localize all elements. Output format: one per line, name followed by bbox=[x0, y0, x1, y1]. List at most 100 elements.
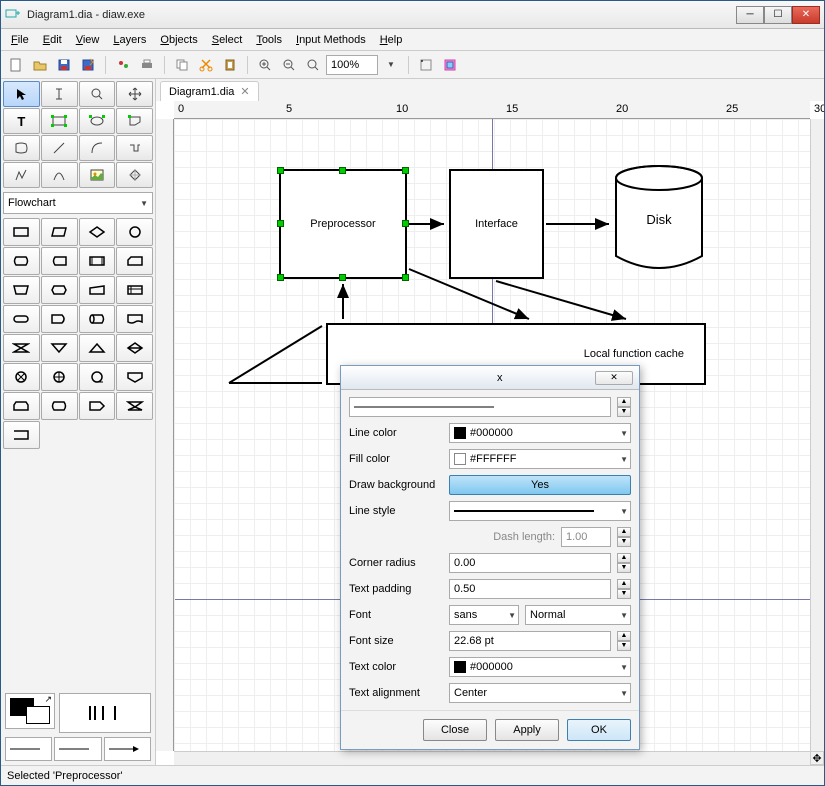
open-button[interactable] bbox=[29, 54, 51, 76]
box-tool[interactable] bbox=[41, 108, 78, 134]
shape-transmittal[interactable] bbox=[79, 392, 116, 420]
menu-layers[interactable]: Layers bbox=[107, 32, 152, 48]
nav-button[interactable]: ✥ bbox=[810, 751, 824, 765]
zoom-fit-button[interactable] bbox=[302, 54, 324, 76]
magnify-tool[interactable] bbox=[79, 81, 116, 107]
snap-object-button[interactable] bbox=[439, 54, 461, 76]
spin-down[interactable]: ▼ bbox=[617, 407, 631, 417]
menu-select[interactable]: Select bbox=[206, 32, 249, 48]
shape-connector[interactable] bbox=[116, 218, 153, 246]
arrow-end[interactable] bbox=[104, 737, 151, 761]
shape-or[interactable] bbox=[41, 363, 78, 391]
outline-tool[interactable] bbox=[116, 162, 153, 188]
tab-diagram1[interactable]: Diagram1.dia ✕ bbox=[160, 81, 259, 101]
zoom-dropdown[interactable]: ▼ bbox=[380, 54, 402, 76]
save-button[interactable] bbox=[53, 54, 75, 76]
shape-tape[interactable] bbox=[79, 363, 116, 391]
spin-up[interactable]: ▲ bbox=[617, 579, 631, 589]
shape-merge[interactable] bbox=[41, 334, 78, 362]
shape-datasource[interactable] bbox=[3, 421, 40, 449]
shape-sort[interactable] bbox=[116, 334, 153, 362]
dialog-apply[interactable]: Apply bbox=[495, 719, 559, 741]
cut-button[interactable] bbox=[195, 54, 217, 76]
zoom-in-button[interactable] bbox=[254, 54, 276, 76]
shape-io[interactable] bbox=[41, 218, 78, 246]
save-as-button[interactable] bbox=[77, 54, 99, 76]
zigzag-tool[interactable] bbox=[116, 135, 153, 161]
shape-sum[interactable] bbox=[3, 363, 40, 391]
close-button[interactable]: ✕ bbox=[792, 6, 820, 24]
shape-preparation[interactable] bbox=[41, 276, 78, 304]
dialog-close-button[interactable]: ✕ bbox=[595, 371, 633, 385]
color-selector[interactable]: ↗ bbox=[5, 693, 55, 729]
bezier-tool[interactable] bbox=[41, 162, 78, 188]
arrow-start[interactable] bbox=[5, 737, 52, 761]
shape-manual-op[interactable] bbox=[3, 276, 40, 304]
font-family-combo[interactable]: sans▼ bbox=[449, 605, 519, 625]
close-icon[interactable]: ✕ bbox=[240, 85, 249, 98]
print-button[interactable] bbox=[136, 54, 158, 76]
menu-input-methods[interactable]: Input Methods bbox=[290, 32, 372, 48]
shape-offpage2[interactable] bbox=[116, 392, 153, 420]
spin-up[interactable]: ▲ bbox=[617, 397, 631, 407]
shape-offpage[interactable] bbox=[116, 363, 153, 391]
beziergon-tool[interactable] bbox=[3, 135, 40, 161]
corner-radius-input[interactable]: 0.00 bbox=[449, 553, 611, 573]
shape-document[interactable] bbox=[116, 305, 153, 333]
shape-collate[interactable] bbox=[3, 334, 40, 362]
export-button[interactable] bbox=[112, 54, 134, 76]
sheet-selector[interactable]: Flowchart▼ bbox=[3, 192, 153, 214]
spin-down[interactable]: ▼ bbox=[617, 563, 631, 573]
shape-interface[interactable]: Interface bbox=[449, 169, 544, 279]
line-color-combo[interactable]: #000000▼ bbox=[449, 423, 631, 443]
spin-up[interactable]: ▲ bbox=[617, 553, 631, 563]
dialog-ok[interactable]: OK bbox=[567, 719, 631, 741]
menu-edit[interactable]: Edit bbox=[37, 32, 68, 48]
scrollbar-vertical[interactable] bbox=[810, 119, 824, 751]
image-tool[interactable] bbox=[79, 162, 116, 188]
spin-up[interactable]: ▲ bbox=[617, 631, 631, 641]
snap-grid-button[interactable] bbox=[415, 54, 437, 76]
scroll-tool[interactable] bbox=[116, 81, 153, 107]
text-edit-tool[interactable] bbox=[41, 81, 78, 107]
minimize-button[interactable]: ─ bbox=[736, 6, 764, 24]
new-button[interactable] bbox=[5, 54, 27, 76]
spin-down[interactable]: ▼ bbox=[617, 641, 631, 651]
line-tool[interactable] bbox=[41, 135, 78, 161]
copy-button[interactable] bbox=[171, 54, 193, 76]
shape-extract[interactable] bbox=[79, 334, 116, 362]
shape-internal-storage[interactable] bbox=[116, 276, 153, 304]
polyline-tool[interactable] bbox=[3, 162, 40, 188]
line-width[interactable] bbox=[54, 737, 101, 761]
menu-objects[interactable]: Objects bbox=[154, 32, 203, 48]
shape-predefined[interactable] bbox=[79, 247, 116, 275]
shape-manual-input[interactable] bbox=[79, 276, 116, 304]
arc-tool[interactable] bbox=[79, 135, 116, 161]
pointer-tool[interactable] bbox=[3, 81, 40, 107]
font-style-combo[interactable]: Normal▼ bbox=[525, 605, 631, 625]
font-size-input[interactable]: 22.68 pt bbox=[449, 631, 611, 651]
line-pattern[interactable] bbox=[59, 693, 151, 733]
menu-tools[interactable]: Tools bbox=[250, 32, 288, 48]
shape-decision[interactable] bbox=[79, 218, 116, 246]
text-color-combo[interactable]: #000000▼ bbox=[449, 657, 631, 677]
line-style-combo[interactable]: ▼ bbox=[449, 501, 631, 521]
spin-down[interactable]: ▼ bbox=[617, 589, 631, 599]
ellipse-tool[interactable] bbox=[79, 108, 116, 134]
shape-direct-data[interactable] bbox=[79, 305, 116, 333]
menu-file[interactable]: File bbox=[5, 32, 35, 48]
shape-display[interactable] bbox=[3, 247, 40, 275]
draw-bg-toggle[interactable]: Yes bbox=[449, 475, 631, 495]
paste-button[interactable] bbox=[219, 54, 241, 76]
zoom-out-button[interactable] bbox=[278, 54, 300, 76]
shape-process[interactable] bbox=[3, 218, 40, 246]
shape-loop-limit[interactable] bbox=[3, 392, 40, 420]
text-tool[interactable]: T bbox=[3, 108, 40, 134]
line-width-combo[interactable] bbox=[349, 397, 611, 417]
text-padding-input[interactable]: 0.50 bbox=[449, 579, 611, 599]
shape-data[interactable] bbox=[41, 392, 78, 420]
shape-disk[interactable]: Disk bbox=[614, 164, 704, 274]
dialog-close[interactable]: Close bbox=[423, 719, 487, 741]
shape-stored-data[interactable] bbox=[41, 247, 78, 275]
scrollbar-horizontal[interactable] bbox=[174, 751, 810, 765]
